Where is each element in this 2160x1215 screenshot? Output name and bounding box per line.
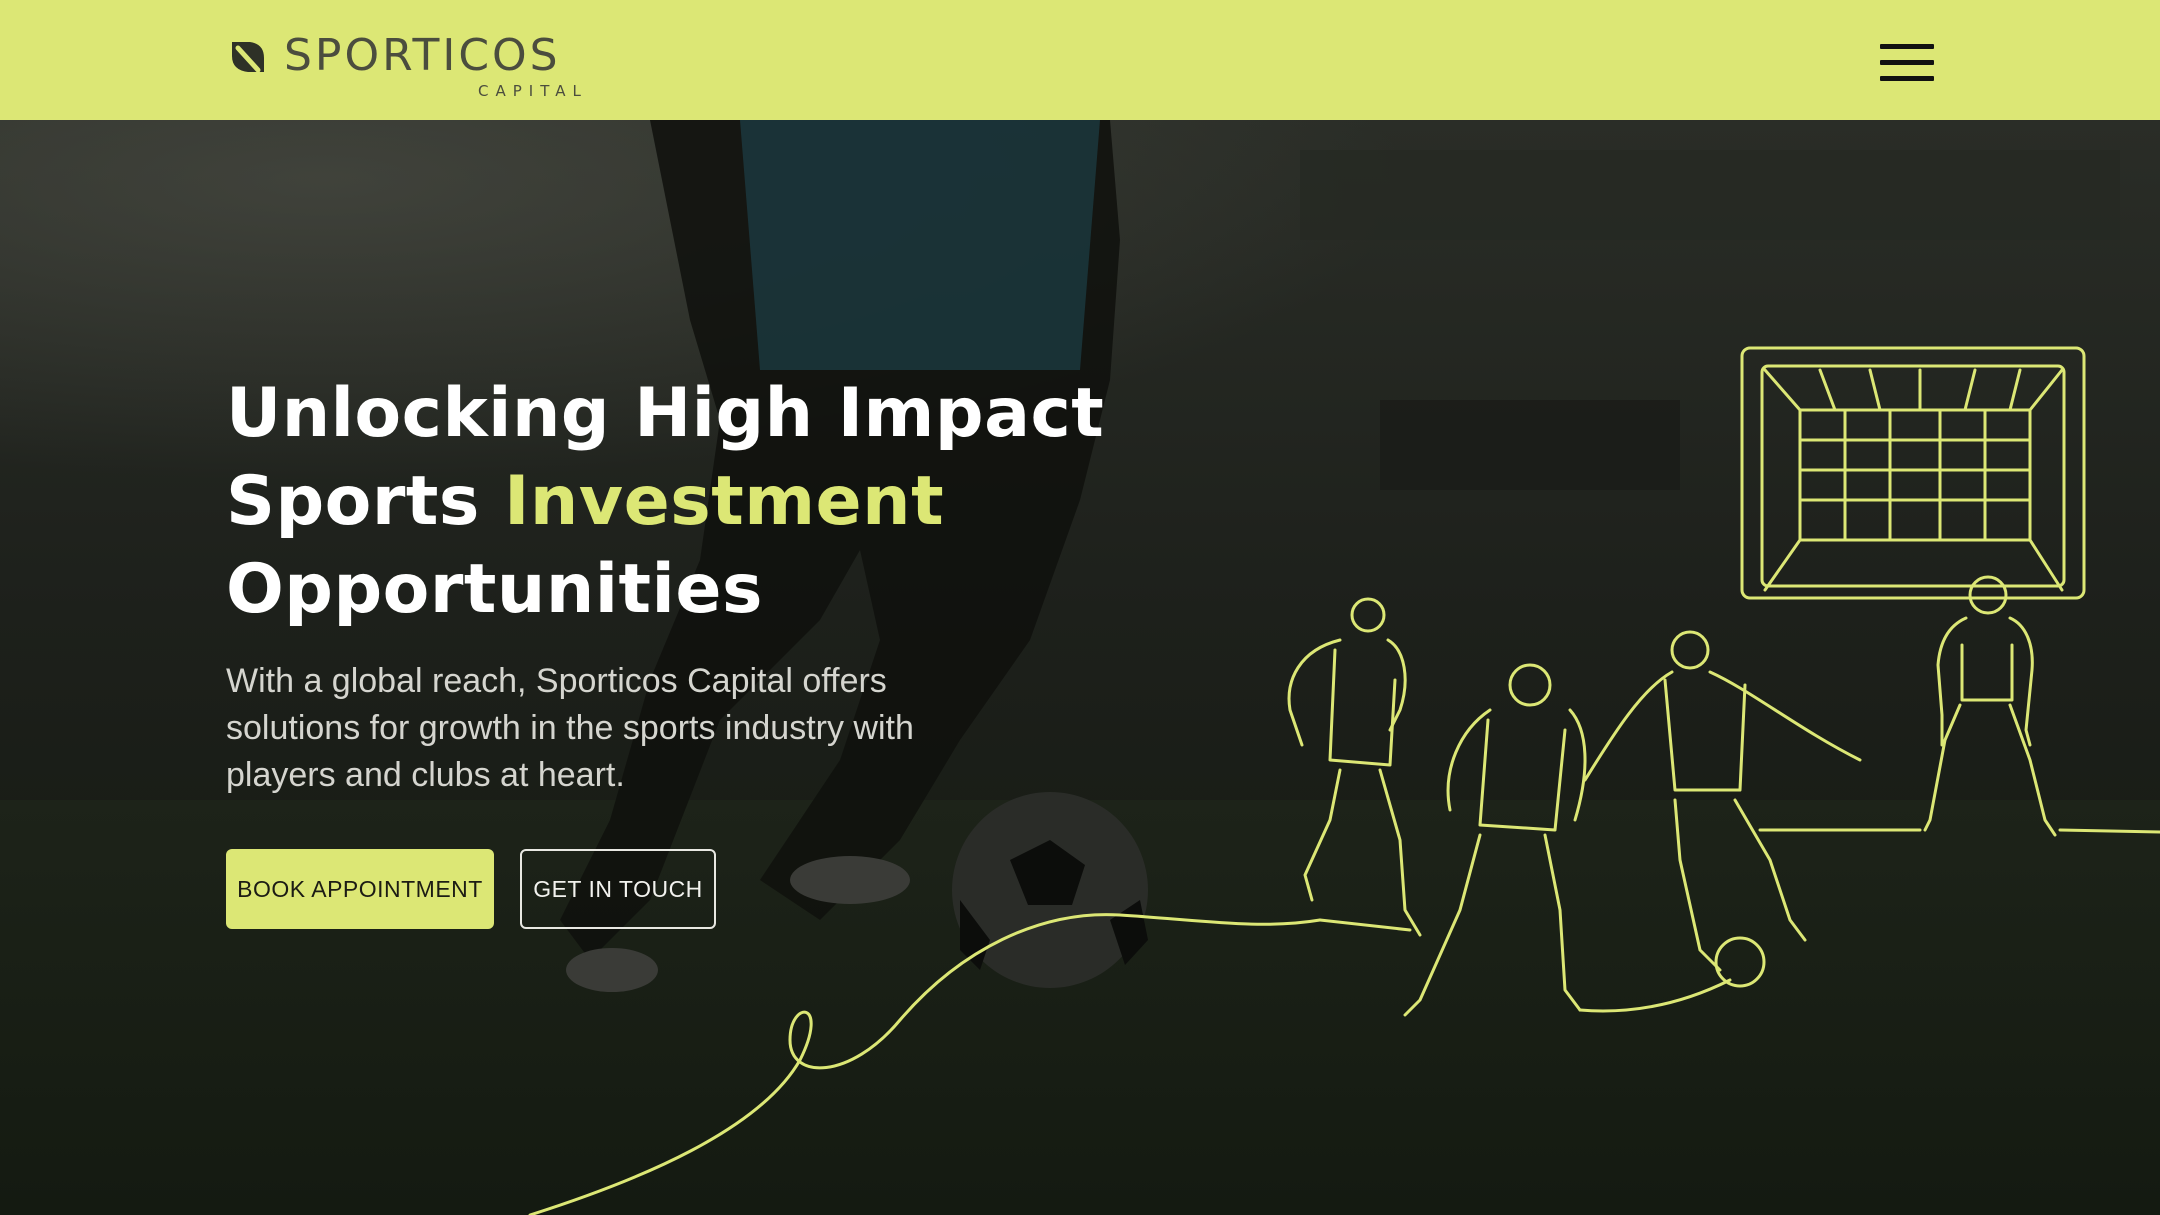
- menu-bar-bottom: [1880, 76, 1934, 81]
- headline-line-2-plain: Sports: [226, 462, 505, 541]
- brand-logo[interactable]: SPORTICOS CAPITAL: [226, 30, 606, 102]
- logo-mark-icon: [232, 42, 264, 73]
- hero-section: Unlocking High Impact Sports Investment …: [0, 120, 2160, 1215]
- hero-content: Unlocking High Impact Sports Investment …: [226, 370, 1226, 929]
- cta-row: BOOK APPOINTMENT GET IN TOUCH: [226, 849, 1226, 929]
- brand-name: SPORTICOS: [284, 30, 561, 81]
- page: SPORTICOS CAPITAL Unlocking High Impact …: [0, 0, 2160, 1215]
- hero-headline: Unlocking High Impact Sports Investment …: [226, 370, 1226, 634]
- menu-bar-top: [1880, 44, 1934, 49]
- headline-line-3: Opportunities: [226, 550, 763, 629]
- book-appointment-button[interactable]: BOOK APPOINTMENT: [226, 849, 494, 929]
- hero-description: With a global reach, Sporticos Capital o…: [226, 662, 914, 794]
- get-in-touch-button[interactable]: GET IN TOUCH: [520, 849, 716, 929]
- menu-bar-middle: [1880, 60, 1934, 65]
- hamburger-menu-icon[interactable]: [1880, 44, 1934, 84]
- site-header: SPORTICOS CAPITAL: [0, 0, 2160, 120]
- headline-line-1: Unlocking High Impact: [226, 374, 1105, 453]
- headline-accent-word: Investment: [504, 462, 945, 541]
- brand-subtitle: CAPITAL: [478, 82, 588, 100]
